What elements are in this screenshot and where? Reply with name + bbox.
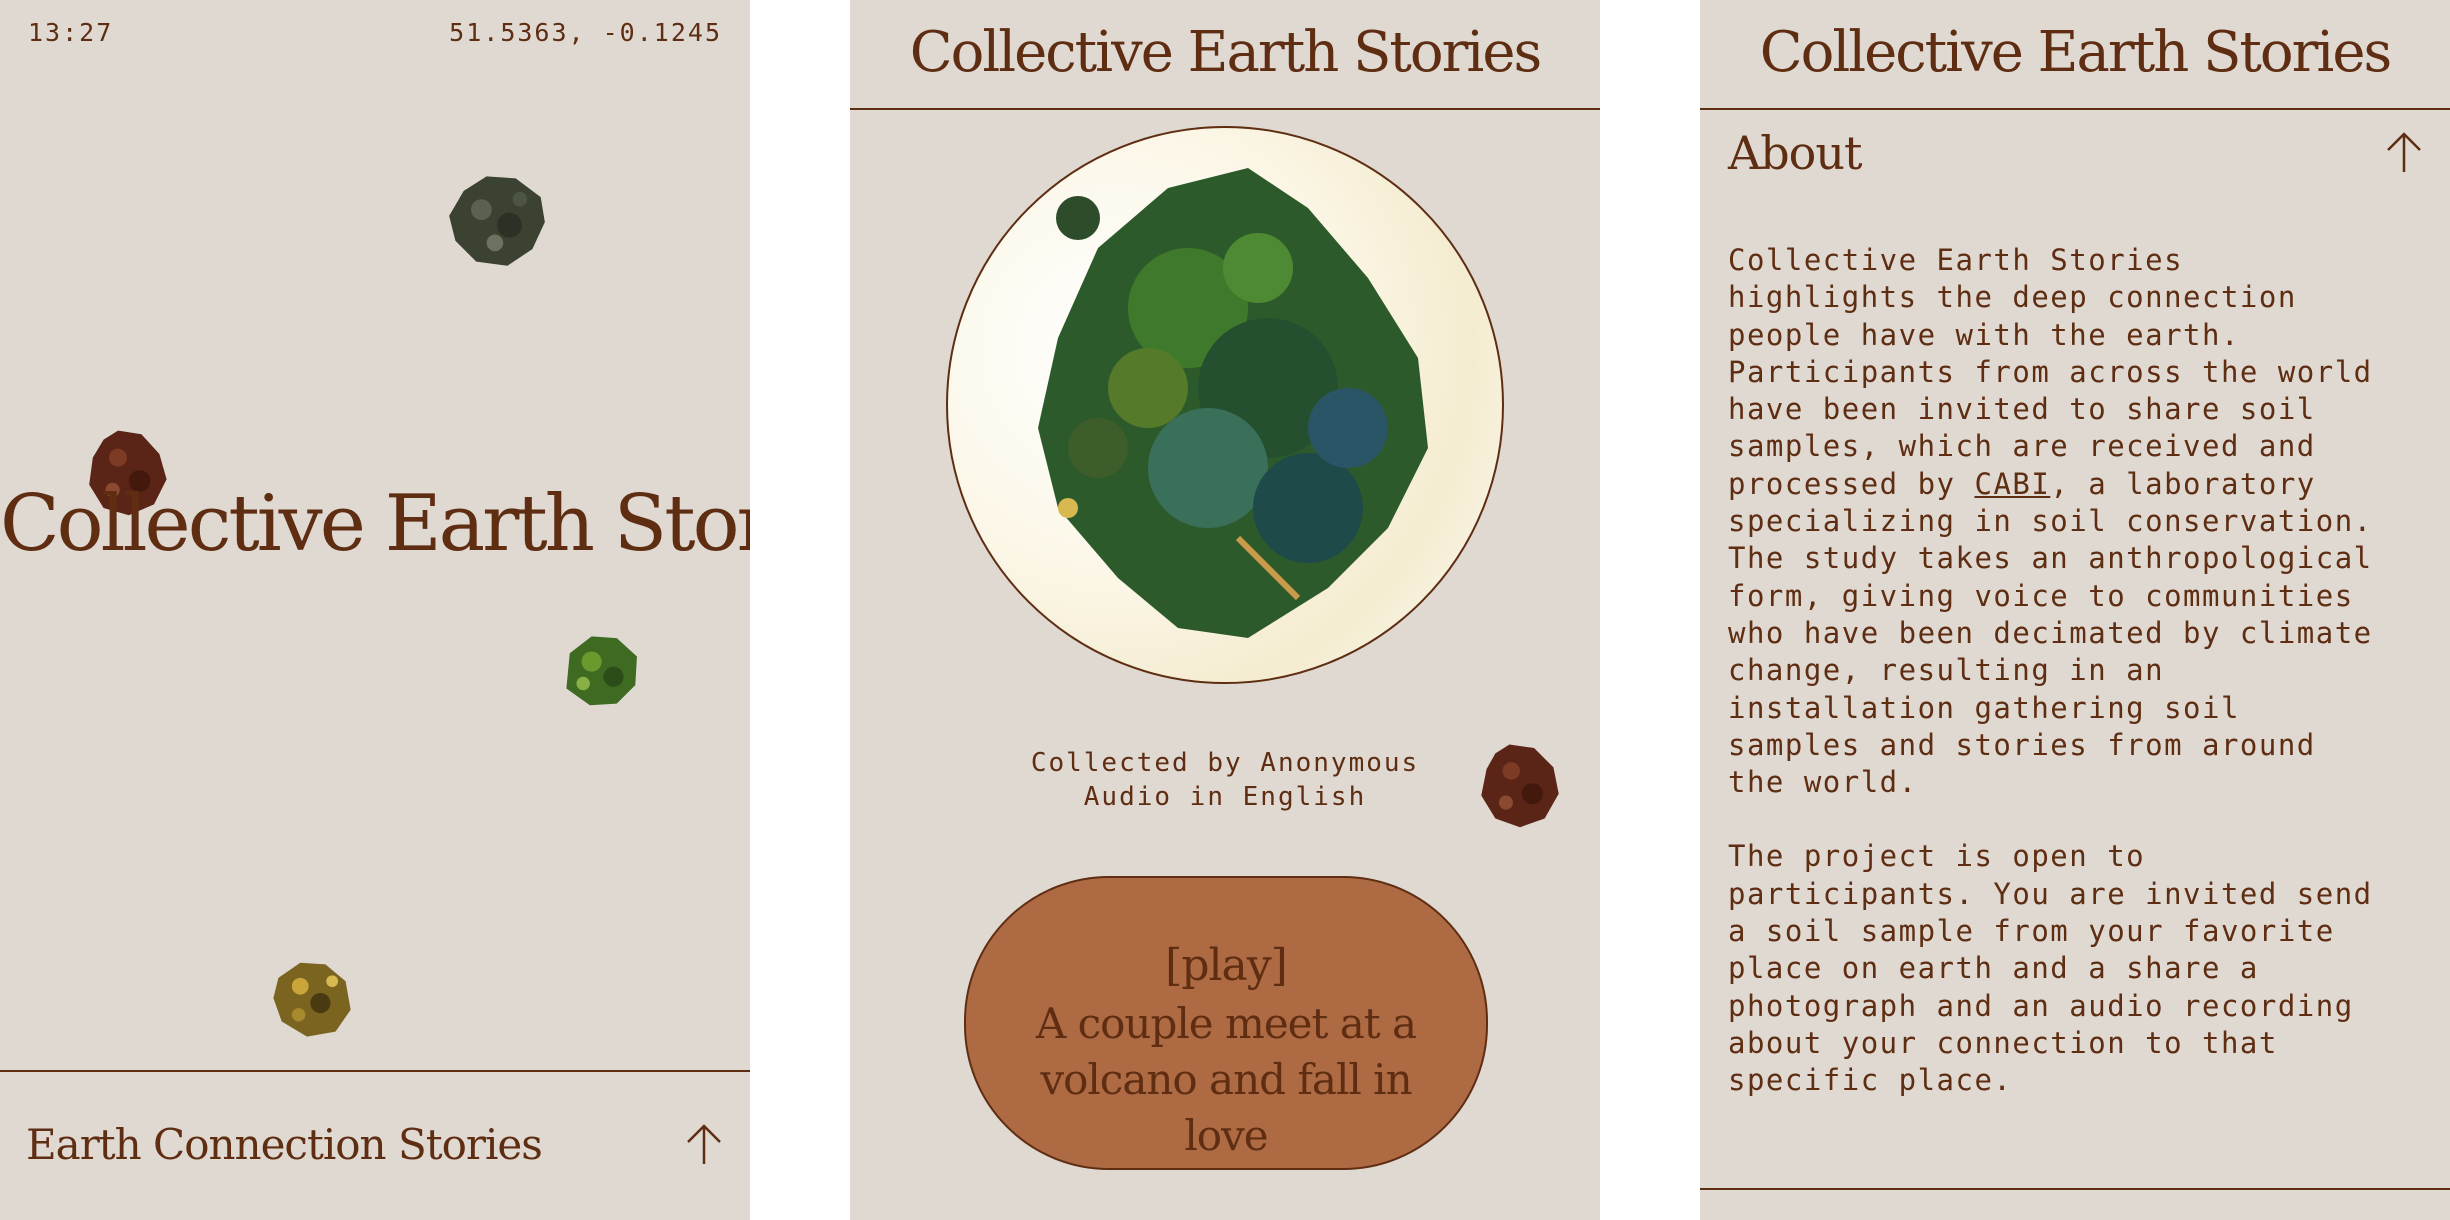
status-bar: 13:27 51.5363, -0.1245 xyxy=(28,18,722,48)
play-label: [play] xyxy=(1165,940,1288,991)
earth-connection-stories-bar[interactable]: Earth Connection Stories xyxy=(0,1070,750,1220)
earth-connection-stories-label: Earth Connection Stories xyxy=(26,1120,543,1169)
hero-title: Collective Earth Stories xyxy=(0,479,750,569)
soil-sample-red-brown[interactable] xyxy=(1476,736,1564,834)
cabi-link[interactable]: CABI xyxy=(1974,467,2050,501)
divider xyxy=(1700,1188,2450,1190)
about-section-toggle[interactable]: About xyxy=(1700,110,2450,202)
about-heading: About xyxy=(1728,126,1862,180)
page-title: Collective Earth Stories xyxy=(909,20,1542,85)
screen-sample-detail: Collective Earth Stories Collected by An… xyxy=(850,0,1600,1220)
soil-sample-green[interactable] xyxy=(552,628,648,712)
soil-sample-yellow[interactable] xyxy=(266,956,358,1040)
status-coordinates: 51.5363, -0.1245 xyxy=(449,18,722,47)
play-story-button[interactable]: [play] A couple meet at a volcano and fa… xyxy=(964,876,1488,1170)
about-paragraph-1: Collective Earth Stories highlights the … xyxy=(1728,242,2390,801)
status-time: 13:27 xyxy=(28,18,114,47)
about-paragraph-1-text: Collective Earth Stories highlights the … xyxy=(1728,243,2373,501)
about-paragraph-2: The project is open to participants. You… xyxy=(1728,839,2373,1098)
page-title: Collective Earth Stories xyxy=(1759,20,2392,85)
soil-sample-dark-grey[interactable] xyxy=(440,168,554,272)
story-title: A couple meet at a volcano and fall in l… xyxy=(1035,999,1417,1160)
screen-home: 13:27 51.5363, -0.1245 Collective Earth … xyxy=(0,0,750,1220)
soil-sample-photo xyxy=(946,126,1504,684)
about-text: Collective Earth Stories highlights the … xyxy=(1728,242,2390,1137)
about-paragraph-1-text-end: , a laboratory specializing in soil cons… xyxy=(1728,466,2373,800)
header: Collective Earth Stories xyxy=(850,0,1600,110)
header: Collective Earth Stories xyxy=(1700,0,2450,110)
arrow-up-icon[interactable] xyxy=(2384,130,2424,174)
screen-about: Collective Earth Stories About Collectiv… xyxy=(1700,0,2450,1220)
arrow-up-icon[interactable] xyxy=(684,1122,724,1166)
